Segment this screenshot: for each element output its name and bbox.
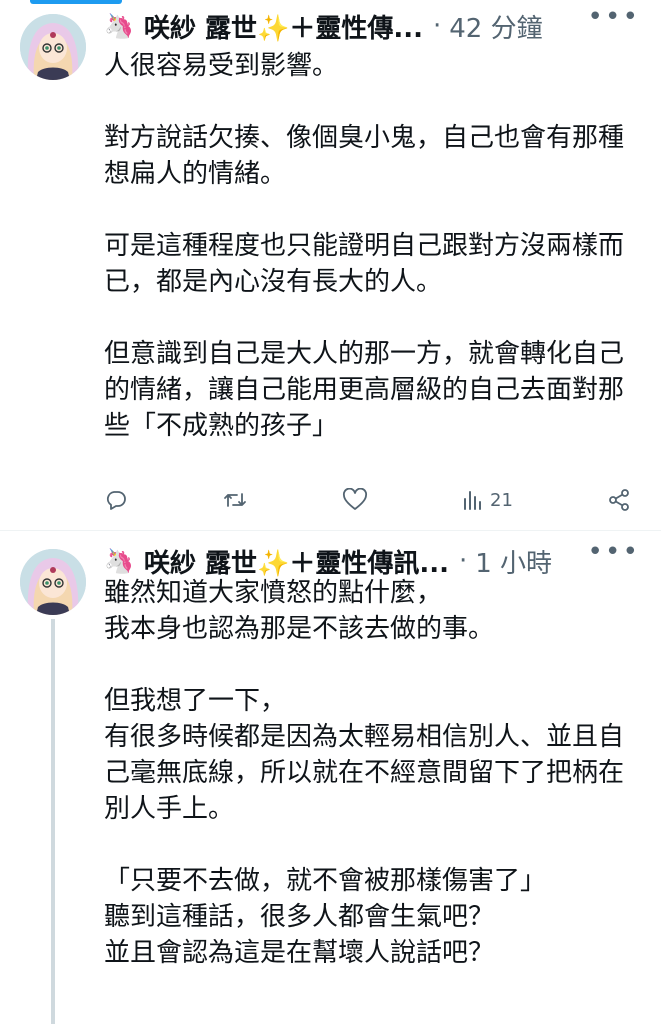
tweet-2[interactable]: 🦄 咲紗 露世✨＋靈性傳訊... · 1 小時 • • • 雖然知道大家憤怒的點… bbox=[0, 531, 661, 1024]
views-icon bbox=[464, 491, 482, 510]
avatar[interactable] bbox=[20, 14, 86, 80]
sparkle-icon: ✨ bbox=[256, 13, 290, 44]
retweet-button[interactable] bbox=[222, 488, 248, 512]
separator: · bbox=[432, 11, 442, 41]
tweet-header: 🦄 咲紗 露世✨＋靈性傳訊... · 1 小時 bbox=[104, 543, 643, 579]
sparkle-icon: ✨ bbox=[256, 548, 290, 579]
tweet-header: 🦄 咲紗 露世✨＋靈性傳... · 42 分鐘 bbox=[104, 8, 643, 44]
heart-icon bbox=[343, 488, 368, 510]
avatar[interactable] bbox=[20, 549, 86, 615]
share-button[interactable] bbox=[607, 488, 631, 512]
tweet-text: 人很容易受到影響。 對方說話欠揍、像個臭小鬼，自己也會有那種想扁人的情緒。 可是… bbox=[104, 51, 625, 441]
timestamp[interactable]: 42 分鐘 bbox=[449, 8, 542, 45]
reply-button[interactable] bbox=[104, 488, 128, 512]
like-button[interactable] bbox=[342, 488, 368, 512]
views-count: 21 bbox=[490, 489, 513, 511]
thread-line bbox=[51, 619, 55, 1024]
unicorn-icon: 🦄 bbox=[104, 12, 134, 40]
author-name[interactable]: 咲紗 露世✨＋靈性傳... bbox=[144, 8, 423, 45]
author-name[interactable]: 咲紗 露世✨＋靈性傳訊... bbox=[144, 543, 449, 580]
share-icon bbox=[609, 489, 629, 511]
more-icon[interactable]: • • • bbox=[587, 539, 638, 565]
tweet-text: 雖然知道大家憤怒的點什麼， 我本身也認為那是不該去做的事。 但我想了一下， 有很… bbox=[104, 578, 625, 968]
more-icon[interactable]: • • • bbox=[587, 4, 638, 30]
unicorn-icon: 🦄 bbox=[104, 547, 134, 575]
tweet-1[interactable]: 🦄 咲紗 露世✨＋靈性傳... · 42 分鐘 • • • 人很容易受到影響。 … bbox=[0, 0, 661, 530]
separator: · bbox=[458, 546, 468, 576]
views-button[interactable]: 21 bbox=[462, 489, 513, 511]
timestamp[interactable]: 1 小時 bbox=[475, 543, 552, 580]
retweet-icon bbox=[224, 493, 246, 507]
reply-icon bbox=[106, 491, 126, 510]
tweet-actions: 21 bbox=[104, 484, 631, 516]
